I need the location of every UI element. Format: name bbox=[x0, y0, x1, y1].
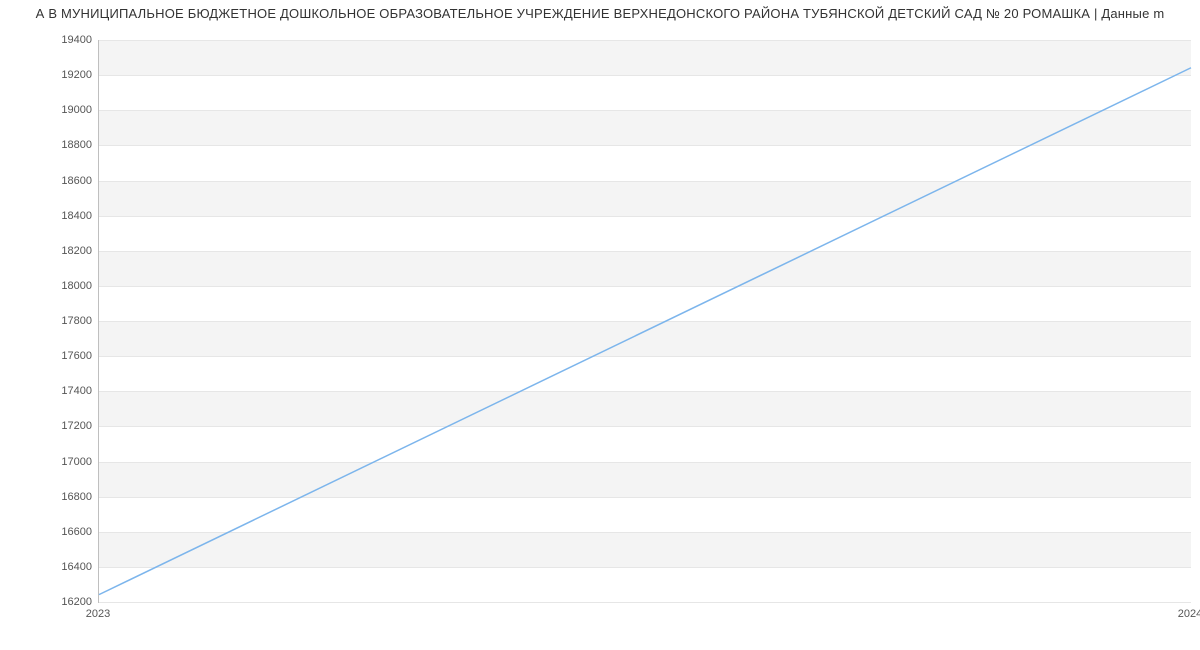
y-tick-label: 18000 bbox=[12, 280, 92, 292]
x-tick-label: 2023 bbox=[86, 608, 110, 620]
y-tick-label: 18400 bbox=[12, 210, 92, 222]
x-tick-label: 2024 bbox=[1178, 608, 1200, 620]
y-tick-label: 17600 bbox=[12, 350, 92, 362]
y-tick-label: 16200 bbox=[12, 596, 92, 608]
grid-line bbox=[99, 602, 1191, 603]
chart-container: А В МУНИЦИПАЛЬНОЕ БЮДЖЕТНОЕ ДОШКОЛЬНОЕ О… bbox=[0, 0, 1200, 650]
series-line bbox=[99, 68, 1191, 595]
y-tick-label: 17800 bbox=[12, 315, 92, 327]
y-tick-label: 18600 bbox=[12, 175, 92, 187]
y-tick-label: 19200 bbox=[12, 69, 92, 81]
y-tick-label: 17400 bbox=[12, 385, 92, 397]
y-tick-label: 17000 bbox=[12, 456, 92, 468]
y-tick-label: 16400 bbox=[12, 561, 92, 573]
y-tick-label: 18800 bbox=[12, 139, 92, 151]
y-tick-label: 17200 bbox=[12, 420, 92, 432]
chart-title: А В МУНИЦИПАЛЬНОЕ БЮДЖЕТНОЕ ДОШКОЛЬНОЕ О… bbox=[0, 6, 1200, 21]
y-tick-label: 16800 bbox=[12, 491, 92, 503]
y-tick-label: 19400 bbox=[12, 34, 92, 46]
y-tick-label: 16600 bbox=[12, 526, 92, 538]
line-layer bbox=[99, 40, 1191, 602]
plot-area bbox=[98, 40, 1191, 603]
y-tick-label: 19000 bbox=[12, 104, 92, 116]
y-tick-label: 18200 bbox=[12, 245, 92, 257]
